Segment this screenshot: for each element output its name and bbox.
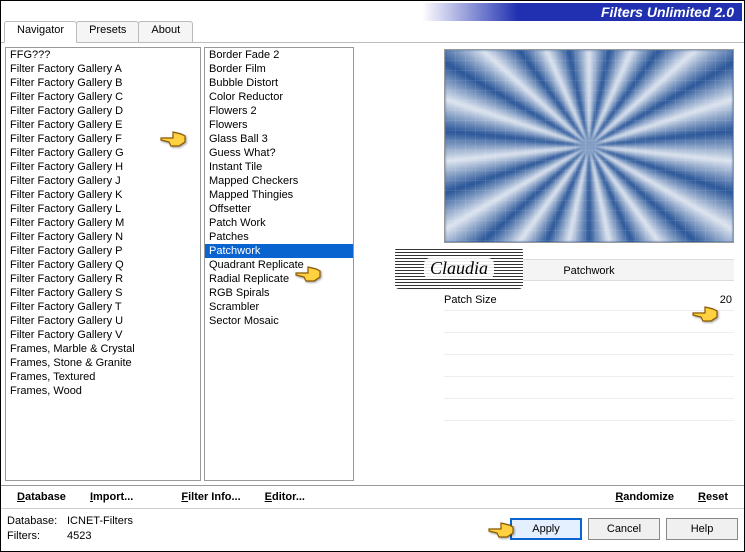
list-item[interactable]: Sector Mosaic	[205, 314, 353, 328]
list-item[interactable]: Color Reductor	[205, 90, 353, 104]
list-item[interactable]: Filter Factory Gallery H	[6, 160, 200, 174]
header: Filters Unlimited 2.0	[1, 1, 744, 23]
list-item[interactable]: Filter Factory Gallery L	[6, 202, 200, 216]
param-row-empty	[444, 311, 734, 333]
list-item[interactable]: Filter Factory Gallery K	[6, 188, 200, 202]
tab-navigator[interactable]: Navigator	[4, 21, 77, 43]
param-value: 20	[706, 294, 734, 306]
list-item[interactable]: Filter Factory Gallery Q	[6, 258, 200, 272]
footer-buttons: Apply Cancel Help	[510, 518, 738, 540]
list-item[interactable]: Filter Factory Gallery F	[6, 132, 200, 146]
import-button[interactable]: Import...	[80, 489, 143, 505]
filter-info-button[interactable]: Filter Info...	[171, 489, 250, 505]
db-label: Database:	[7, 514, 67, 529]
list-item[interactable]: Border Film	[205, 62, 353, 76]
list-item[interactable]: Filter Factory Gallery T	[6, 300, 200, 314]
list-item[interactable]: Bubble Distort	[205, 76, 353, 90]
list-item[interactable]: Offsetter	[205, 202, 353, 216]
list-item[interactable]: Mapped Checkers	[205, 174, 353, 188]
param-row-empty	[444, 399, 734, 421]
db-name: ICNET-Filters	[67, 515, 133, 527]
randomize-button[interactable]: Randomize	[605, 489, 684, 505]
param-row-empty	[444, 333, 734, 355]
param-row-empty	[444, 355, 734, 377]
list-item[interactable]: Frames, Wood	[6, 384, 200, 398]
watermark-logo: Claudia	[395, 247, 523, 289]
list-item[interactable]: Patchwork	[205, 244, 353, 258]
help-button[interactable]: Help	[666, 518, 738, 540]
list-item[interactable]: Filter Factory Gallery J	[6, 174, 200, 188]
list-item[interactable]: Mapped Thingies	[205, 188, 353, 202]
list-item[interactable]: Filter Factory Gallery D	[6, 104, 200, 118]
reset-button[interactable]: Reset	[688, 489, 738, 505]
footer-info: Database:ICNET-Filters Filters:4523	[7, 514, 510, 544]
param-label: Patch Size	[444, 294, 497, 306]
main-panel: FFG???Filter Factory Gallery AFilter Fac…	[1, 43, 744, 485]
list-item[interactable]: Border Fade 2	[205, 48, 353, 62]
list-item[interactable]: Filter Factory Gallery B	[6, 76, 200, 90]
list-item[interactable]: Filter Factory Gallery P	[6, 244, 200, 258]
list-item[interactable]: Patch Work	[205, 216, 353, 230]
list-item[interactable]: Radial Replicate	[205, 272, 353, 286]
list-item[interactable]: Filter Factory Gallery N	[6, 230, 200, 244]
list-item[interactable]: Filter Factory Gallery A	[6, 62, 200, 76]
list-item[interactable]: Filter Factory Gallery C	[6, 90, 200, 104]
list-item[interactable]: Frames, Textured	[6, 370, 200, 384]
param-row-empty	[444, 377, 734, 399]
footer: Database:ICNET-Filters Filters:4523 Appl…	[1, 509, 744, 549]
list-item[interactable]: Patches	[205, 230, 353, 244]
param-row-patch-size[interactable]: Patch Size 20	[444, 289, 734, 311]
tab-strip: NavigatorPresetsAbout	[1, 21, 744, 43]
list-item[interactable]: Filter Factory Gallery G	[6, 146, 200, 160]
tab-presets[interactable]: Presets	[76, 21, 139, 42]
filters-count: 4523	[67, 530, 91, 542]
category-list[interactable]: FFG???Filter Factory Gallery AFilter Fac…	[5, 47, 201, 481]
list-item[interactable]: Filter Factory Gallery R	[6, 272, 200, 286]
list-item[interactable]: Flowers 2	[205, 104, 353, 118]
list-item[interactable]: Filter Factory Gallery S	[6, 286, 200, 300]
editor-button[interactable]: Editor...	[255, 489, 315, 505]
preview-image	[444, 49, 734, 243]
list-item[interactable]: Flowers	[205, 118, 353, 132]
list-item[interactable]: Guess What?	[205, 146, 353, 160]
list-item[interactable]: Filter Factory Gallery E	[6, 118, 200, 132]
list-item[interactable]: Filter Factory Gallery M	[6, 216, 200, 230]
list-item[interactable]: Frames, Marble & Crystal	[6, 342, 200, 356]
parameter-list: Patch Size 20	[444, 289, 734, 421]
filter-list[interactable]: Border Fade 2Border FilmBubble DistortCo…	[204, 47, 354, 481]
list-item[interactable]: Quadrant Replicate	[205, 258, 353, 272]
list-item[interactable]: Filter Factory Gallery V	[6, 328, 200, 342]
list-item[interactable]: Frames, Stone & Granite	[6, 356, 200, 370]
apply-button[interactable]: Apply	[510, 518, 582, 540]
list-item[interactable]: Filter Factory Gallery U	[6, 314, 200, 328]
list-item[interactable]: FFG???	[6, 48, 200, 62]
list-item[interactable]: Scrambler	[205, 300, 353, 314]
title-banner: Filters Unlimited 2.0	[422, 3, 742, 21]
filters-label: Filters:	[7, 529, 67, 544]
list-item[interactable]: Instant Tile	[205, 160, 353, 174]
cancel-button[interactable]: Cancel	[588, 518, 660, 540]
database-button[interactable]: Database	[7, 489, 76, 505]
tab-about[interactable]: About	[138, 21, 193, 42]
toolbar: Database Import... Filter Info... Editor…	[1, 485, 744, 509]
category-column: FFG???Filter Factory Gallery AFilter Fac…	[5, 47, 201, 481]
filter-column: Border Fade 2Border FilmBubble DistortCo…	[204, 47, 354, 481]
list-item[interactable]: Glass Ball 3	[205, 132, 353, 146]
list-item[interactable]: RGB Spirals	[205, 286, 353, 300]
